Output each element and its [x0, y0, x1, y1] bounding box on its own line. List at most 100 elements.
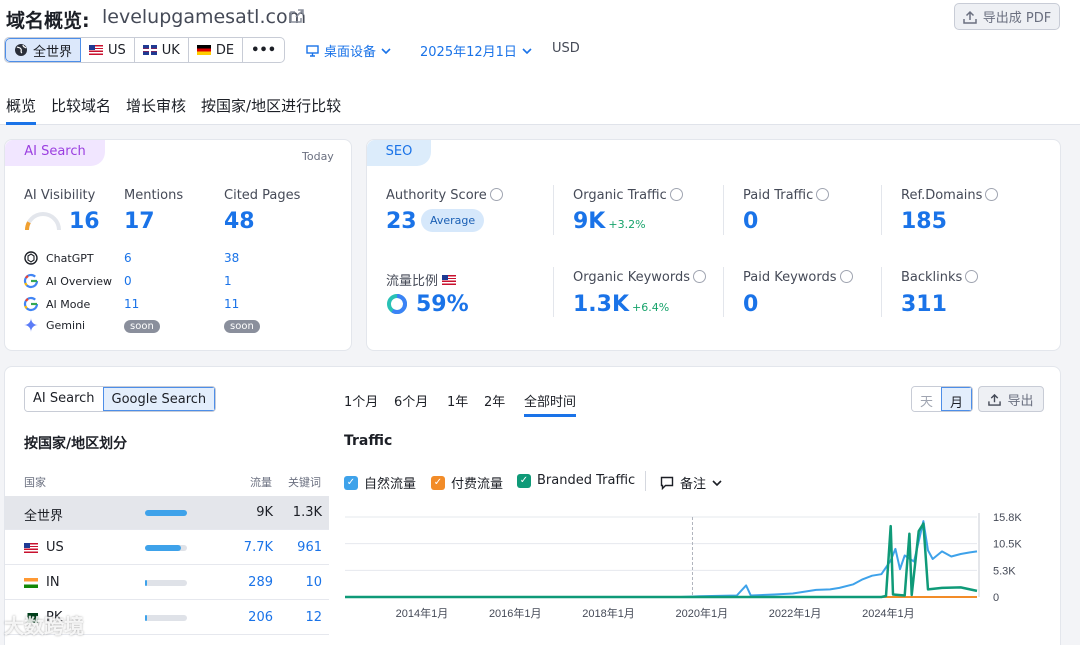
- engine-mentions[interactable]: 0: [124, 274, 132, 288]
- flag-uk-icon: [142, 45, 157, 55]
- legend-branded[interactable]: ✓ Branded Traffic: [517, 473, 635, 488]
- date-dropdown[interactable]: 2025年12月1日: [420, 41, 532, 60]
- domain-name[interactable]: levelupgamesatl.com: [102, 6, 306, 28]
- backlinks-value[interactable]: 311: [901, 292, 947, 317]
- traffic-chart[interactable]: 15.8K 10.5K 5.3K 0 2014年1月 2016年1月 2018年1月 2020…: [341, 507, 1057, 627]
- cited-pages-value[interactable]: 48: [224, 209, 255, 234]
- info-icon[interactable]: [816, 188, 830, 201]
- legend-label: 自然流量: [364, 477, 417, 492]
- region-worldwide[interactable]: 全世界: [5, 38, 82, 62]
- today-label: Today: [302, 150, 334, 163]
- table-row[interactable]: 全世界 9K 1.3K: [5, 496, 329, 530]
- authority-score-label: Authority Score: [386, 188, 503, 203]
- flag-us-icon: [89, 45, 104, 55]
- period-1y[interactable]: 1年: [447, 391, 468, 410]
- divider: [553, 185, 554, 235]
- ref-domains-value[interactable]: 185: [901, 209, 947, 234]
- tab-compare-countries[interactable]: 按国家/地区进行比较: [201, 95, 341, 125]
- upload-icon: [963, 10, 977, 24]
- granularity-day[interactable]: 天: [912, 387, 942, 411]
- divider: [881, 267, 882, 317]
- region-uk[interactable]: UK: [135, 38, 189, 62]
- organic-keywords-value[interactable]: 1.3K +6.4%: [573, 292, 669, 317]
- traffic-share-value[interactable]: 59%: [416, 292, 469, 317]
- external-link-icon[interactable]: [290, 9, 304, 23]
- tab-overview[interactable]: 概览: [6, 95, 37, 125]
- granularity-toggle: 天 月: [911, 386, 974, 412]
- export-button[interactable]: 导出: [978, 386, 1044, 412]
- paid-keywords-value[interactable]: 0: [743, 292, 758, 317]
- info-icon[interactable]: [965, 270, 979, 283]
- authority-score-text: Authority Score: [386, 188, 487, 203]
- info-icon[interactable]: [489, 188, 503, 201]
- x-tick-label: 2024年1月: [862, 606, 915, 620]
- period-6m[interactable]: 6个月: [394, 391, 428, 410]
- export-label: 导出: [1007, 393, 1034, 409]
- engine-cited[interactable]: 1: [224, 274, 232, 288]
- organic-keywords-delta: +6.4%: [632, 301, 670, 314]
- country-traffic[interactable]: 206: [248, 610, 273, 625]
- visibility-gauge-icon: [25, 212, 61, 231]
- x-tick-label: 2018年1月: [582, 606, 635, 620]
- more-icon: •••: [251, 42, 277, 58]
- currency-label[interactable]: USD: [552, 41, 580, 56]
- engine-cited[interactable]: 11: [224, 297, 239, 311]
- info-icon[interactable]: [693, 270, 706, 283]
- paid-traffic-value[interactable]: 0: [743, 209, 758, 234]
- backlinks-label: Backlinks: [901, 270, 979, 285]
- google-search-toggle[interactable]: Google Search: [102, 387, 216, 411]
- country-traffic[interactable]: 7.7K: [244, 540, 273, 555]
- period-1m[interactable]: 1个月: [344, 391, 378, 410]
- engine-name: ChatGPT: [46, 252, 94, 265]
- export-pdf-button[interactable]: 导出成 PDF: [954, 3, 1060, 30]
- region-us[interactable]: US: [81, 38, 135, 62]
- country-keywords[interactable]: 12: [305, 610, 322, 625]
- x-tick-label: 2020年1月: [676, 606, 729, 620]
- region-de[interactable]: DE: [189, 38, 244, 62]
- period-all[interactable]: 全部时间: [524, 391, 577, 417]
- country-keywords[interactable]: 961: [297, 540, 322, 555]
- y-tick-label: 0: [993, 592, 999, 604]
- info-icon[interactable]: [839, 270, 853, 283]
- info-icon[interactable]: [669, 188, 683, 201]
- engine-name: AI Overview: [46, 275, 113, 288]
- engine-mentions[interactable]: 11: [124, 297, 139, 311]
- export-pdf-label: 导出成 PDF: [982, 11, 1052, 26]
- tab-growth-audit[interactable]: 增长审核: [126, 95, 186, 125]
- authority-score-value[interactable]: 23: [386, 209, 417, 234]
- tab-compare-domains[interactable]: 比较域名: [51, 95, 111, 125]
- notes-dropdown[interactable]: 备注: [660, 473, 722, 492]
- organic-traffic-value[interactable]: 9K +3.2%: [573, 209, 646, 234]
- table-row[interactable]: US 7.7K 961: [5, 531, 329, 565]
- traffic-share-fill: [145, 580, 147, 586]
- ref-domains-label: Ref.Domains: [901, 188, 999, 203]
- table-row[interactable]: IN 289 10: [5, 566, 329, 600]
- date-label: 2025年12月1日: [420, 45, 517, 60]
- country-traffic: 9K: [256, 505, 273, 520]
- ai-search-toggle[interactable]: AI Search: [25, 387, 103, 411]
- country-keywords[interactable]: 10: [305, 575, 322, 590]
- paid-keywords-label: Paid Keywords: [743, 270, 853, 285]
- region-more[interactable]: •••: [243, 38, 284, 62]
- legend-paid[interactable]: ✓ 付费流量: [431, 473, 503, 492]
- organic-keywords-text: Organic Keywords: [573, 270, 690, 285]
- authority-badge: Average: [421, 209, 485, 232]
- engine-name: AI Mode: [46, 298, 91, 311]
- mentions-value[interactable]: 17: [124, 209, 155, 234]
- info-icon[interactable]: [985, 188, 999, 201]
- ai-visibility-value[interactable]: 16: [69, 209, 100, 234]
- traffic-share-bar: [145, 510, 187, 516]
- engine-cited[interactable]: 38: [224, 251, 239, 265]
- divider: [723, 267, 724, 317]
- period-2y[interactable]: 2年: [484, 391, 505, 410]
- traffic-share-fill: [145, 545, 182, 551]
- google-icon: [23, 273, 39, 289]
- country-traffic[interactable]: 289: [248, 575, 273, 590]
- gemini-icon: [24, 318, 38, 332]
- granularity-month[interactable]: 月: [941, 387, 973, 411]
- backlinks-text: Backlinks: [901, 270, 963, 285]
- country-name: 全世界: [24, 509, 64, 524]
- device-dropdown[interactable]: 桌面设备: [306, 41, 391, 60]
- engine-mentions[interactable]: 6: [124, 251, 132, 265]
- legend-organic[interactable]: ✓ 自然流量: [344, 473, 416, 492]
